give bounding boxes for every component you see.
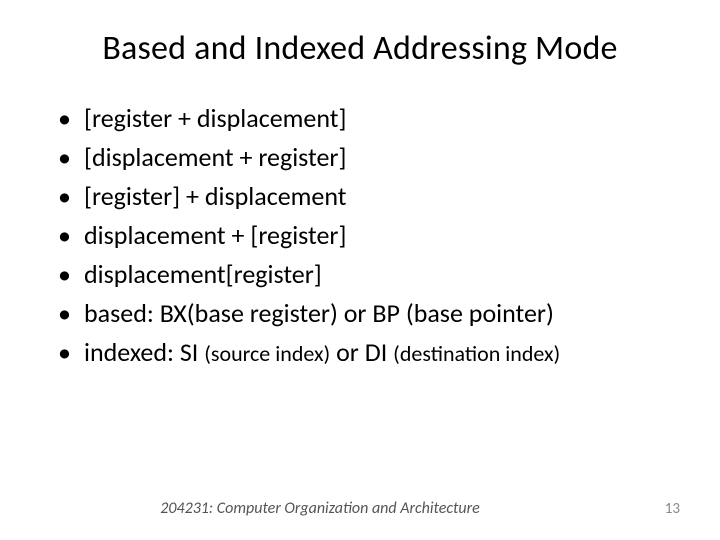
- list-item: [displacement + register]: [58, 138, 680, 177]
- text-main: indexed: SI: [84, 336, 204, 368]
- list-item: based: BX(base register) or BP (base poi…: [58, 294, 680, 333]
- text-main: or DI: [330, 336, 393, 368]
- page-title: Based and Indexed Addressing Mode: [40, 28, 680, 69]
- list-item: displacement + [register]: [58, 216, 680, 255]
- bullet-list: [register + displacement] [displacement …: [40, 99, 680, 372]
- footer-course: 204231: Computer Organization and Archit…: [0, 499, 640, 518]
- text-small: (destination index): [393, 340, 560, 367]
- slide: Based and Indexed Addressing Mode [regis…: [0, 0, 720, 540]
- page-number: 13: [640, 500, 680, 518]
- list-item: [register + displacement]: [58, 99, 680, 138]
- list-item: indexed: SI (source index) or DI (destin…: [58, 333, 680, 372]
- list-item: [register] + displacement: [58, 177, 680, 216]
- footer: 204231: Computer Organization and Archit…: [0, 499, 720, 518]
- list-item: displacement[register]: [58, 255, 680, 294]
- text-small: (source index): [204, 340, 330, 367]
